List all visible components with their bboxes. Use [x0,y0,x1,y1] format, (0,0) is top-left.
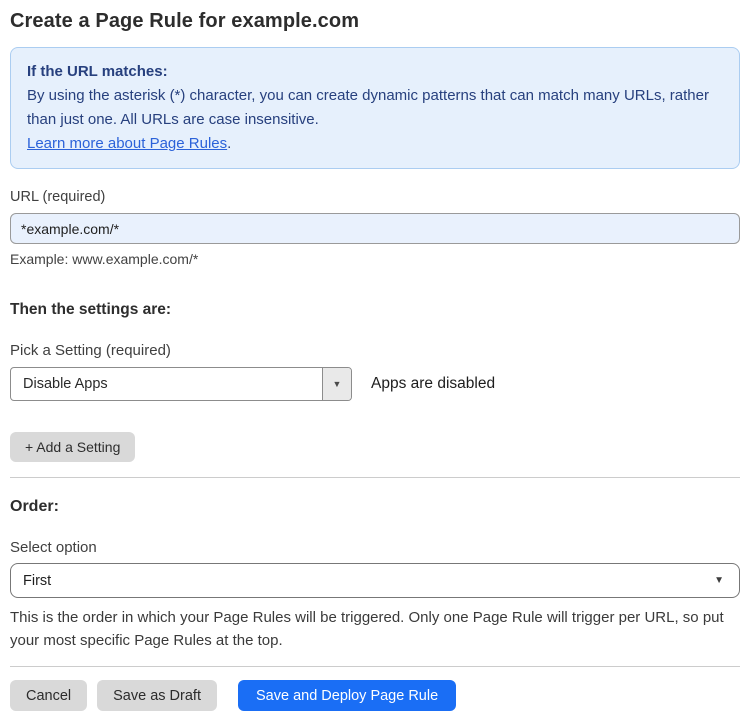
url-match-info-box: If the URL matches: By using the asteris… [10,47,740,169]
order-select[interactable]: First ▼ [10,563,740,598]
url-input[interactable] [10,213,740,244]
save-as-draft-button[interactable]: Save as Draft [97,680,217,711]
settings-section-heading: Then the settings are: [10,301,172,318]
order-select-label: Select option [10,539,97,556]
setting-select-value: Disable Apps [23,376,108,392]
info-box-body: By using the asterisk (*) character, you… [27,87,709,128]
info-box-heading: If the URL matches: [27,63,168,80]
url-field-label: URL (required) [10,189,106,205]
add-setting-button[interactable]: + Add a Setting [10,432,136,462]
pick-setting-label: Pick a Setting (required) [10,342,171,359]
info-box-link-line: Learn more about Page Rules. [27,132,723,156]
order-helper-text: This is the order in which your Page Rul… [10,609,724,649]
order-section-heading: Order: [10,498,59,515]
chevron-down-icon: ▼ [332,379,342,389]
page-title: Create a Page Rule for example.com [10,10,360,32]
link-suffix: . [227,135,232,152]
save-and-deploy-button[interactable]: Save and Deploy Page Rule [237,680,457,711]
setting-select-arrow-button[interactable]: ▼ [322,368,351,400]
setting-row: Disable Apps ▼ Apps are disabled [10,367,740,401]
order-select-value: First [23,572,52,589]
setting-select[interactable]: Disable Apps ▼ [10,367,352,401]
actions-divider [10,666,740,667]
chevron-down-icon: ▼ [714,575,724,586]
learn-more-link[interactable]: Learn more about Page Rules [27,135,227,152]
cancel-button[interactable]: Cancel [10,680,88,711]
url-example-helper: Example: www.example.com/* [10,251,199,267]
actions-row: Cancel Save as Draft Save and Deploy Pag… [10,680,740,711]
setting-status-text: Apps are disabled [371,375,496,392]
section-divider [10,477,740,478]
